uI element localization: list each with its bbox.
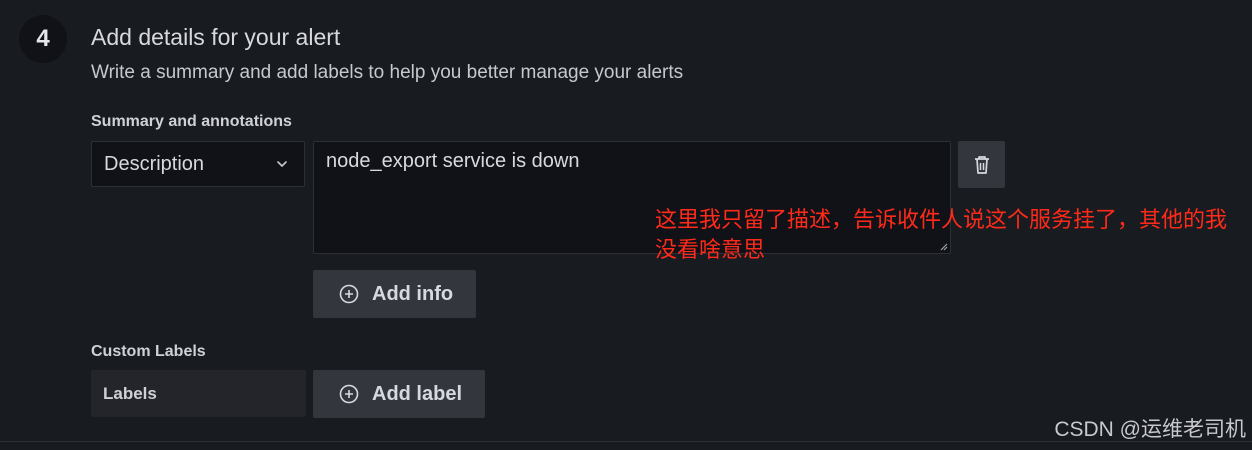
annotation-type-value: Description	[104, 152, 205, 175]
annotation-type-select[interactable]: Description	[91, 141, 305, 187]
labels-field: Labels	[91, 370, 306, 417]
annotation-note: 这里我只留了描述，告诉收件人说这个服务挂了，其他的我没看啥意思	[655, 207, 1228, 262]
alert-rule-page: 4 Add details for your alert Write a sum…	[0, 0, 1252, 450]
labels-field-text: Labels	[103, 383, 157, 403]
add-info-label: Add info	[372, 282, 454, 305]
chevron-down-icon	[277, 161, 287, 167]
plus-circle-icon	[339, 384, 359, 404]
annotation-value-text: node_export service is down	[326, 150, 580, 172]
plus-circle-icon	[339, 284, 359, 304]
section-title: Add details for your alert	[91, 24, 341, 50]
add-label-label: Add label	[372, 382, 463, 405]
delete-annotation-button[interactable]	[958, 141, 1005, 188]
custom-labels-label: Custom Labels	[91, 343, 206, 360]
trash-icon	[974, 155, 989, 174]
watermark: CSDN @运维老司机	[1054, 418, 1246, 441]
step-number-badge: 4	[19, 15, 67, 63]
section-subtitle: Write a summary and add labels to help y…	[91, 62, 684, 83]
add-info-button[interactable]: Add info	[313, 270, 476, 318]
add-label-button[interactable]: Add label	[313, 370, 485, 418]
summary-annotations-label: Summary and annotations	[91, 113, 292, 130]
